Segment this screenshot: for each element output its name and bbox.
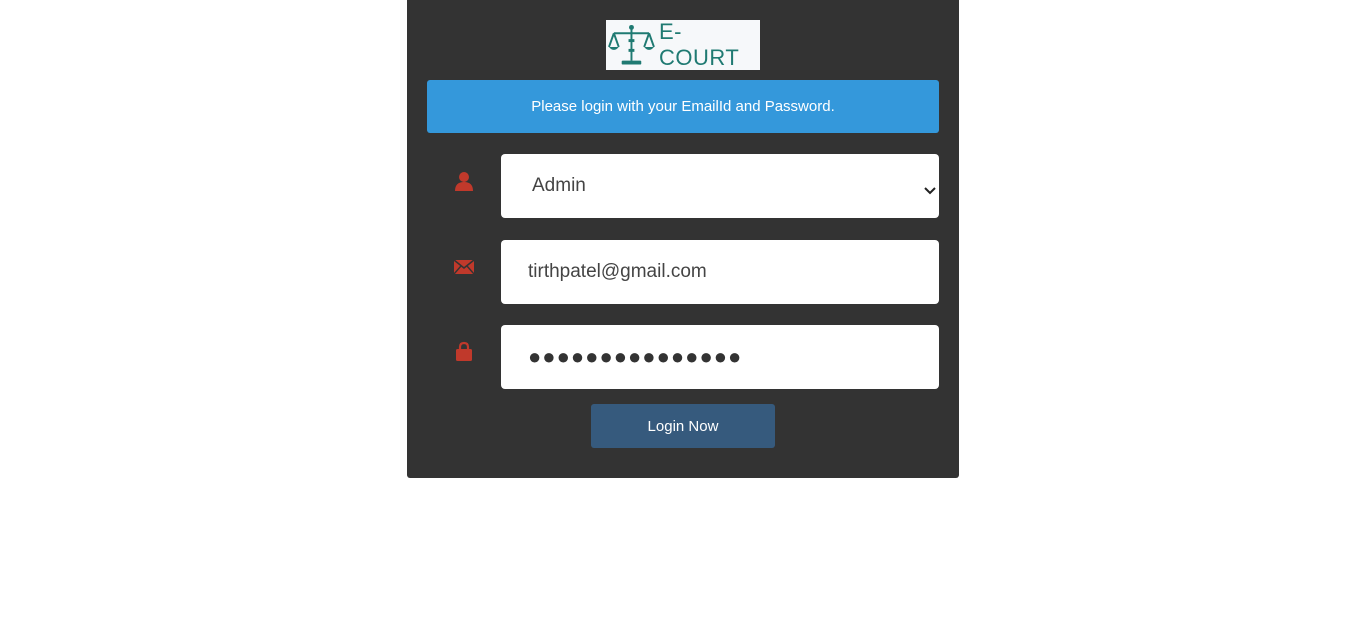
- password-row: ●●●●●●●●●●●●●●●: [427, 325, 939, 389]
- chevron-down-icon: [924, 180, 936, 195]
- login-info-alert: Please login with your EmailId and Passw…: [427, 80, 939, 133]
- alert-message: Please login with your EmailId and Passw…: [531, 98, 835, 115]
- user-icon: [453, 170, 475, 192]
- password-value: ●●●●●●●●●●●●●●●: [528, 344, 743, 369]
- role-select-value: Admin: [532, 175, 586, 196]
- lock-icon: [453, 341, 475, 363]
- role-row: Admin: [427, 154, 939, 218]
- role-select[interactable]: Admin: [501, 154, 939, 218]
- ecourt-logo: E-COURT: [606, 19, 760, 70]
- email-field[interactable]: tirthpatel@gmail.com: [501, 240, 939, 304]
- password-field[interactable]: ●●●●●●●●●●●●●●●: [501, 325, 939, 389]
- login-now-button[interactable]: Login Now: [591, 404, 775, 448]
- scales-of-justice-icon: [608, 24, 655, 65]
- login-panel: E-COURT Please login with your EmailId a…: [407, 0, 959, 478]
- logo-text: E-COURT: [658, 19, 740, 70]
- email-value: tirthpatel@gmail.com: [528, 261, 707, 282]
- envelope-icon: [453, 256, 475, 278]
- email-row: tirthpatel@gmail.com: [427, 240, 939, 304]
